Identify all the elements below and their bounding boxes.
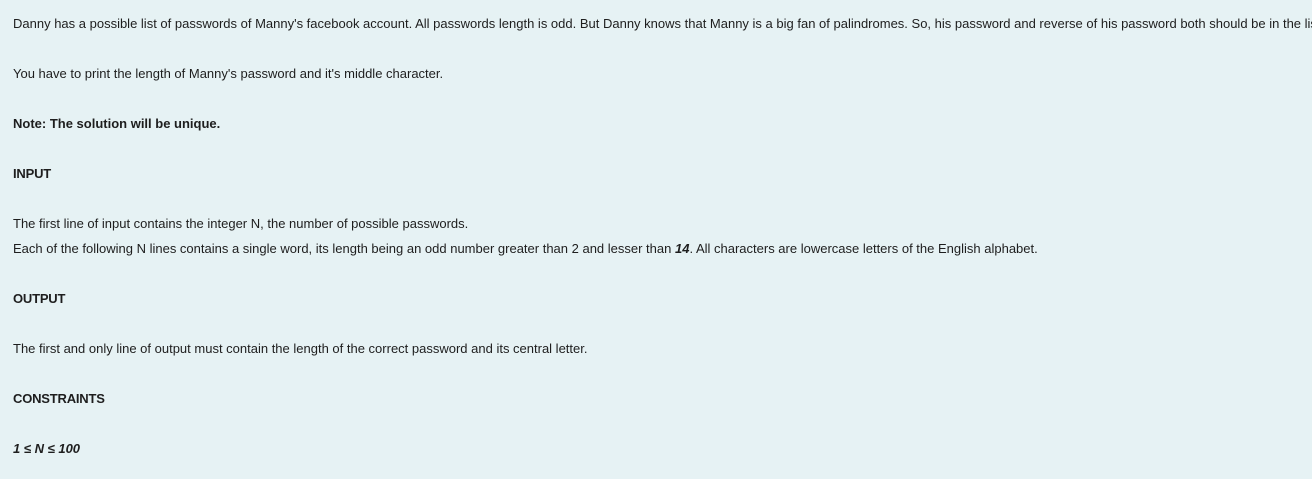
output-heading: OUTPUT <box>13 291 66 306</box>
constraints-heading: CONSTRAINTS <box>13 391 105 406</box>
input-line-1: The first line of input contains the int… <box>13 216 469 231</box>
output-line-1: The first and only line of output must c… <box>13 341 588 356</box>
max-length-value: 14 <box>674 241 690 256</box>
problem-page: { "statement": { "intro": "Danny has a p… <box>0 0 1312 479</box>
input-line-2-text-after: . All characters are lowercase letters o… <box>689 241 1038 256</box>
input-line-2-text-before: Each of the following N lines contains a… <box>13 241 675 256</box>
constraint-n-range: 1 ≤ N ≤ 100 <box>13 441 81 456</box>
intro-paragraph: Danny has a possible list of passwords o… <box>13 16 1312 31</box>
task-paragraph: You have to print the length of Manny's … <box>13 66 444 81</box>
input-heading: INPUT <box>13 166 52 181</box>
input-line-2: Each of the following N lines contains a… <box>13 240 1038 258</box>
note-paragraph: Note: The solution will be unique. <box>13 116 221 131</box>
